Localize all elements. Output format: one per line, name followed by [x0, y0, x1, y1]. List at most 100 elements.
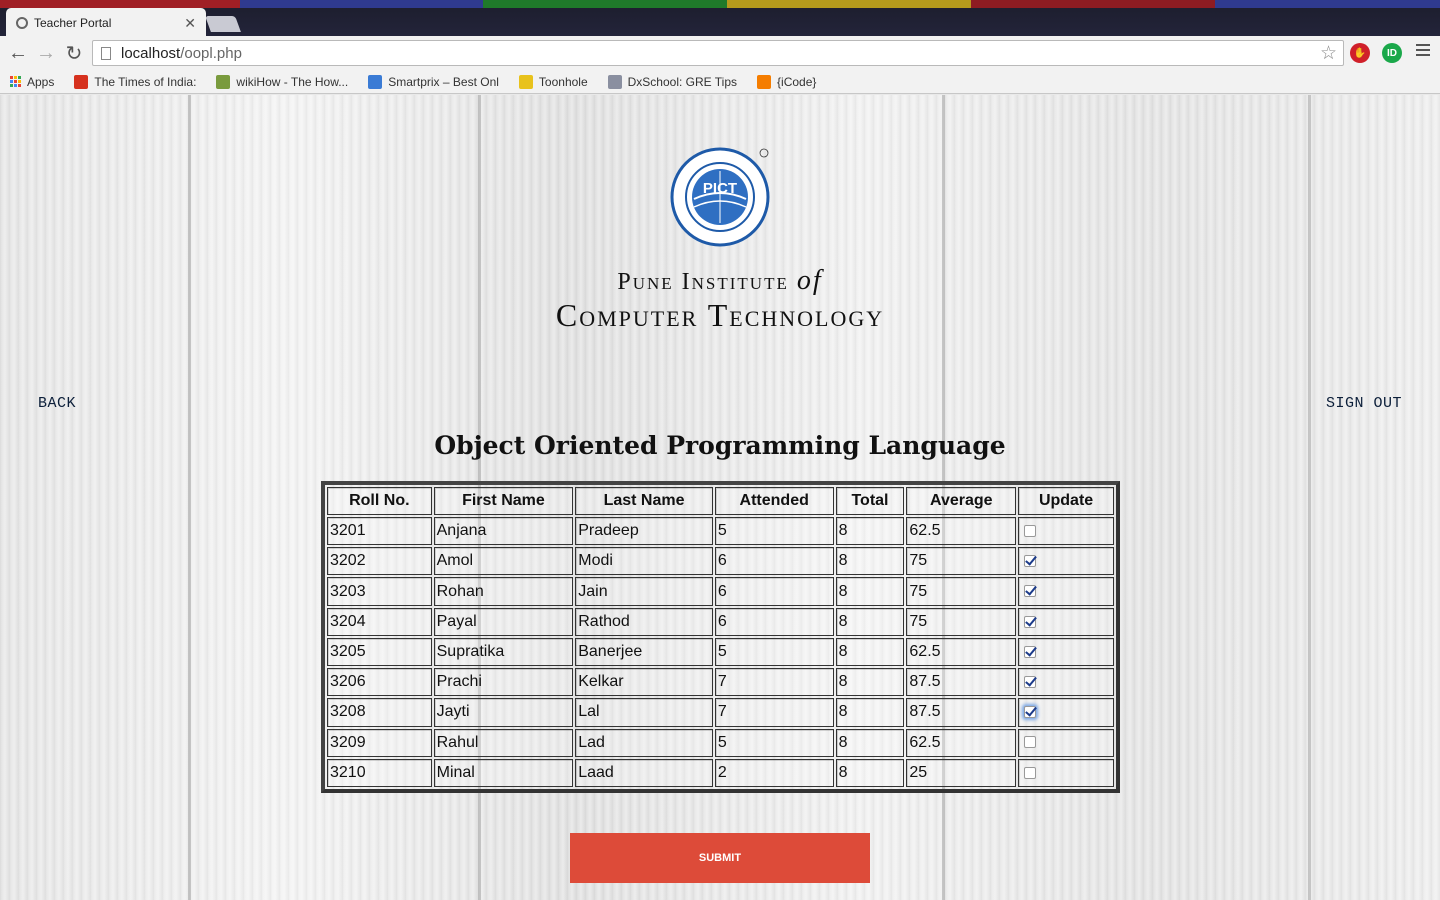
cell-roll: 3205 — [327, 637, 432, 667]
cell-update — [1018, 637, 1114, 667]
table-row: 3205 Supratika Banerjee 5 8 62.5 — [327, 637, 1114, 667]
cell-update — [1018, 577, 1114, 606]
header-first-name: First Name — [433, 487, 574, 515]
cell-last: Jain — [575, 577, 713, 606]
cell-last: Kelkar — [575, 668, 713, 697]
ghostery-extension-icon[interactable]: ID — [1382, 43, 1402, 63]
cell-update — [1018, 517, 1114, 546]
update-checkbox[interactable] — [1024, 675, 1037, 688]
update-checkbox[interactable] — [1024, 585, 1037, 598]
cell-average: 62.5 — [906, 517, 1017, 546]
bookmark-label: Apps — [27, 74, 55, 89]
institute-name-line1: Pune Institute of — [0, 265, 1440, 297]
titlebar-stripe — [483, 0, 727, 8]
cell-update — [1018, 728, 1114, 757]
cell-last: Pradeep — [575, 517, 713, 546]
cell-update — [1018, 758, 1114, 787]
cell-average: 75 — [906, 607, 1017, 636]
address-bar[interactable]: localhost/oopl.php ☆ — [92, 40, 1344, 66]
attendance-table: Roll No. First Name Last Name Attended T… — [321, 481, 1120, 793]
cell-first: Anjana — [433, 517, 574, 546]
update-checkbox[interactable] — [1024, 615, 1037, 628]
bookmark-label: wikiHow - The How... — [236, 74, 349, 89]
logo-text: PICT — [703, 180, 737, 197]
url-host: localhost — [121, 44, 181, 62]
bookmark-toonhole[interactable]: Toonhole — [518, 74, 588, 89]
institute-name-of: of — [796, 265, 823, 296]
back-arrow-icon[interactable]: ← — [4, 39, 32, 67]
cell-average: 87.5 — [906, 698, 1017, 727]
bookmark-label: Smartprix – Best Onl — [388, 74, 499, 89]
dxschool-icon — [607, 74, 622, 89]
cell-attended: 2 — [714, 758, 834, 787]
bookmark-apps[interactable]: Apps — [10, 75, 54, 89]
page-content: PICT Pune Institute of Computer Technolo… — [0, 95, 1440, 900]
titlebar-stripe — [1215, 0, 1440, 8]
browser-tab-active[interactable]: Teacher Portal ✕ — [6, 8, 206, 36]
cell-average: 25 — [906, 758, 1017, 787]
bookmark-smartprix[interactable]: Smartprix – Best Onl — [368, 74, 499, 89]
cell-last: Banerjee — [575, 637, 713, 667]
bookmark-dxschool[interactable]: DxSchool: GRE Tips — [607, 74, 738, 89]
cell-first: Rohan — [433, 577, 574, 606]
forward-arrow-icon[interactable]: → — [32, 39, 60, 67]
cell-roll: 3201 — [327, 517, 432, 546]
cell-average: 75 — [906, 547, 1017, 576]
update-checkbox[interactable] — [1024, 555, 1037, 568]
cell-first: Minal — [433, 758, 574, 787]
update-checkbox[interactable] — [1024, 645, 1037, 658]
cell-update — [1018, 698, 1114, 727]
wood-plank-divider — [188, 95, 191, 900]
header-average: Average — [906, 487, 1017, 515]
update-checkbox[interactable] — [1024, 524, 1037, 537]
cell-attended: 5 — [714, 637, 834, 667]
update-checkbox[interactable] — [1024, 766, 1037, 779]
bookmark-star-icon[interactable]: ☆ — [1320, 42, 1337, 65]
bookmark-label: Toonhole — [538, 74, 588, 89]
submit-button[interactable]: SUBMIT — [570, 833, 870, 883]
cell-first: Payal — [433, 607, 574, 636]
bookmarks-bar: Apps The Times of India: wikiHow - The H… — [0, 70, 1440, 94]
cell-attended: 7 — [714, 698, 834, 727]
bookmark-icode[interactable]: {iCode} — [757, 74, 816, 89]
cell-last: Modi — [575, 547, 713, 576]
browser-titlebar: Teacher Portal ✕ — [0, 0, 1440, 36]
update-checkbox[interactable] — [1024, 736, 1037, 749]
tab-favicon-icon — [16, 17, 28, 29]
table-header-row: Roll No. First Name Last Name Attended T… — [327, 487, 1114, 515]
tab-close-icon[interactable]: ✕ — [184, 15, 196, 32]
table-row: 3208 Jayti Lal 7 8 87.5 — [327, 698, 1114, 727]
update-checkbox[interactable] — [1024, 706, 1037, 719]
table-row: 3206 Prachi Kelkar 7 8 87.5 — [327, 668, 1114, 697]
sign-out-link[interactable]: SIGN OUT — [1326, 395, 1402, 412]
header-total: Total — [835, 487, 905, 515]
cell-first: Rahul — [433, 728, 574, 757]
cell-last: Laad — [575, 758, 713, 787]
cell-total: 8 — [835, 517, 905, 546]
page-icon — [101, 46, 111, 60]
cell-last: Rathod — [575, 607, 713, 636]
institute-name-pune: Pune Institute — [617, 269, 789, 295]
reload-icon[interactable]: ↻ — [60, 39, 88, 67]
bookmark-wikihow[interactable]: wikiHow - The How... — [216, 74, 349, 89]
wikihow-icon — [216, 74, 231, 89]
adblock-extension-icon[interactable]: ✋ — [1350, 43, 1370, 63]
tab-title: Teacher Portal — [34, 16, 112, 30]
browser-menu-icon[interactable] — [1416, 44, 1430, 59]
institute-name-line2: Computer Technology — [555, 297, 885, 333]
titlebar-stripe — [727, 0, 971, 8]
cell-first: Jayti — [433, 698, 574, 727]
cell-roll: 3204 — [327, 607, 432, 636]
bookmark-label: DxSchool: GRE Tips — [627, 74, 738, 89]
table-row: 3210 Minal Laad 2 8 25 — [327, 758, 1114, 787]
cell-attended: 5 — [714, 517, 834, 546]
url-path: /oopl.php — [180, 44, 242, 62]
bookmark-times-of-india[interactable]: The Times of India: — [74, 74, 196, 89]
cell-roll: 3208 — [327, 698, 432, 727]
new-tab-button[interactable] — [205, 16, 241, 32]
back-link[interactable]: BACK — [38, 395, 76, 412]
cell-last: Lal — [575, 698, 713, 727]
smartprix-icon — [368, 74, 383, 89]
titlebar-stripe — [0, 0, 240, 8]
wood-plank-divider — [1308, 95, 1311, 900]
